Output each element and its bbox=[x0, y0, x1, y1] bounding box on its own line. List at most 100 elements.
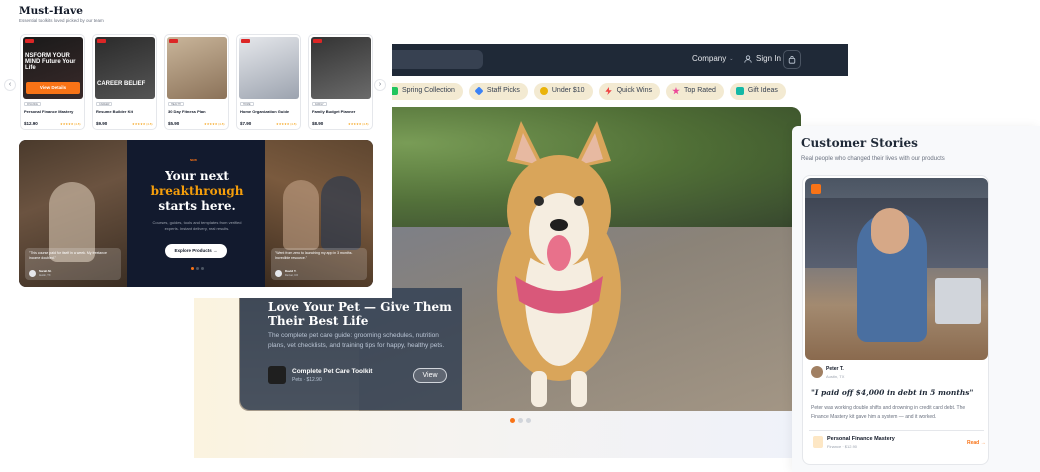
view-details-button[interactable]: View Details bbox=[26, 82, 80, 94]
hero-product-thumbnail bbox=[268, 366, 286, 384]
cover-text: NSFORM YOUR MIND Future Your Life bbox=[25, 53, 76, 71]
chip-label: Staff Picks bbox=[486, 87, 520, 94]
testimonial-location: Austin, TX bbox=[39, 274, 51, 277]
story-photo bbox=[805, 178, 988, 360]
cover-text: CAREER BELIEF bbox=[97, 81, 146, 87]
gift-icon bbox=[735, 87, 744, 95]
category-tag: FINANCE bbox=[24, 102, 41, 106]
section-title: Must-Have bbox=[19, 5, 83, 17]
product-name[interactable]: Personal Finance Mastery bbox=[24, 109, 73, 114]
story-product-meta: Finance · $12.90 bbox=[827, 444, 858, 449]
product-name[interactable]: Home Organization Guide bbox=[240, 109, 289, 114]
story-card[interactable]: Peter T. Austin, TX "I paid off $4,000 i… bbox=[802, 175, 989, 465]
nav-company-menu[interactable]: Company ⌄ bbox=[692, 54, 733, 63]
chip-staff-picks[interactable]: Staff Picks bbox=[468, 83, 528, 100]
promo-headline: starts here. bbox=[158, 199, 236, 213]
chip-gift-ideas[interactable]: Gift Ideas bbox=[729, 83, 786, 100]
sale-badge bbox=[169, 39, 178, 43]
testimonial-location: Denver, CO bbox=[285, 274, 299, 277]
product-thumbnail bbox=[813, 436, 823, 448]
promo-headline-accent: breakthrough bbox=[150, 184, 244, 198]
sale-badge bbox=[97, 39, 106, 43]
product-name[interactable]: Resume Builder Kit bbox=[96, 109, 133, 114]
chip-quick-wins[interactable]: Quick Wins bbox=[598, 83, 660, 100]
carousel-dot[interactable] bbox=[201, 267, 204, 270]
testimonial-name: David T. bbox=[285, 269, 297, 273]
story-location: Austin, TX bbox=[826, 374, 845, 379]
diamond-icon bbox=[474, 86, 484, 96]
promo-banner: "This course paid for itself in a week. … bbox=[19, 140, 373, 287]
product-price: $7.90 bbox=[240, 121, 252, 126]
carousel-dot[interactable] bbox=[196, 267, 199, 270]
carousel-dot-active[interactable] bbox=[191, 267, 194, 270]
product-price: $9.90 bbox=[96, 121, 108, 126]
story-body: Peter was working double shifts and drow… bbox=[811, 405, 966, 420]
rating-stars: ★★★★★ (4.8) bbox=[132, 122, 153, 126]
product-card[interactable]: HOME Home Organization Guide $7.90 ★★★★★… bbox=[236, 34, 301, 130]
chip-spring-collection[interactable]: Spring Collection bbox=[384, 83, 463, 100]
testimonial-card: "This course paid for itself in a week. … bbox=[25, 248, 121, 280]
chip-label: Top Rated bbox=[683, 87, 716, 94]
product-image bbox=[167, 37, 227, 99]
product-card[interactable]: CAREER BELIEF CAREER Resume Builder Kit … bbox=[92, 34, 157, 130]
product-name[interactable]: Family Budget Planner bbox=[312, 109, 355, 114]
product-carousel: NSFORM YOUR MIND Future Your Life View D… bbox=[20, 34, 373, 130]
product-image bbox=[239, 37, 299, 99]
read-link[interactable]: Read → bbox=[967, 440, 986, 446]
product-image bbox=[311, 37, 371, 99]
page: s Company ⌄ Sign In Spring Collection St… bbox=[0, 0, 1040, 472]
hero-description: The complete pet care guide: grooming sc… bbox=[268, 332, 445, 349]
rating-stars: ★★★★★ (4.8) bbox=[204, 122, 225, 126]
product-card[interactable]: FAMILY Family Budget Planner $8.90 ★★★★★… bbox=[308, 34, 373, 130]
sale-badge bbox=[25, 39, 34, 43]
product-card[interactable]: HEALTH 30 Day Fitness Plan $5.90 ★★★★★ (… bbox=[164, 34, 229, 130]
customer-photo bbox=[283, 180, 319, 250]
testimonial-text: "This course paid for itself in a week. … bbox=[29, 251, 107, 260]
rating-stars: ★★★★★ (4.8) bbox=[276, 122, 297, 126]
avatar bbox=[811, 366, 823, 378]
view-button[interactable]: View bbox=[413, 368, 447, 383]
sign-in-label: Sign In bbox=[756, 54, 781, 63]
star-icon bbox=[672, 87, 680, 95]
chevron-down-icon: ⌄ bbox=[729, 55, 734, 62]
story-product-name[interactable]: Personal Finance Mastery bbox=[827, 436, 895, 442]
product-name[interactable]: 30 Day Fitness Plan bbox=[168, 109, 206, 114]
section-subtitle: Essential toolkits loved picked by our t… bbox=[19, 18, 104, 23]
customer-stories-panel: Customer Stories Real people who changed… bbox=[792, 126, 1040, 472]
rating-stars: ★★★★★ (4.8) bbox=[348, 122, 369, 126]
explore-products-button[interactable]: Explore Products → bbox=[165, 244, 227, 258]
sign-in-link[interactable]: Sign In bbox=[744, 54, 781, 63]
category-chips: Spring Collection Staff Picks Under $10 … bbox=[384, 83, 786, 100]
sale-badge bbox=[313, 39, 322, 43]
story-quote: "I paid off $4,000 in debt in 5 months" bbox=[811, 388, 974, 397]
laptop bbox=[935, 278, 981, 324]
product-price: $5.90 bbox=[168, 121, 180, 126]
avatar bbox=[29, 270, 36, 277]
cart-button[interactable] bbox=[783, 50, 801, 69]
carousel-dot[interactable] bbox=[518, 418, 523, 423]
divider bbox=[809, 430, 984, 431]
carousel-prev-button[interactable]: ‹ bbox=[4, 79, 16, 91]
customer-photo bbox=[321, 176, 361, 250]
tag-icon bbox=[539, 87, 548, 95]
testimonial-text: "Went from zero to launching my app in 3… bbox=[275, 251, 353, 260]
chip-label: Under $10 bbox=[551, 87, 585, 94]
chip-under-10[interactable]: Under $10 bbox=[533, 83, 593, 100]
category-tag: HOME bbox=[240, 102, 254, 106]
product-price: $8.90 bbox=[312, 121, 324, 126]
carousel-next-button[interactable]: › bbox=[374, 79, 386, 91]
section-subtitle: Real people who changed their lives with… bbox=[801, 156, 945, 162]
hero-title: Love Your Pet — Give Them Their Best Lif… bbox=[268, 300, 452, 328]
product-card[interactable]: NSFORM YOUR MIND Future Your Life View D… bbox=[20, 34, 85, 130]
promo-kicker: NEW bbox=[190, 158, 197, 162]
product-image bbox=[95, 37, 155, 99]
hero-product-name[interactable]: Complete Pet Care Toolkit bbox=[292, 368, 372, 375]
chip-label: Spring Collection bbox=[402, 87, 455, 94]
hero-product-meta: Pets · $12.90 bbox=[292, 377, 322, 383]
carousel-dot-active[interactable] bbox=[510, 418, 515, 423]
promo-headline: Your next bbox=[165, 169, 229, 183]
nav-company-label: Company bbox=[692, 54, 727, 63]
carousel-dot[interactable] bbox=[526, 418, 531, 423]
quote-badge-icon bbox=[811, 184, 821, 194]
chip-top-rated[interactable]: Top Rated bbox=[665, 83, 724, 100]
